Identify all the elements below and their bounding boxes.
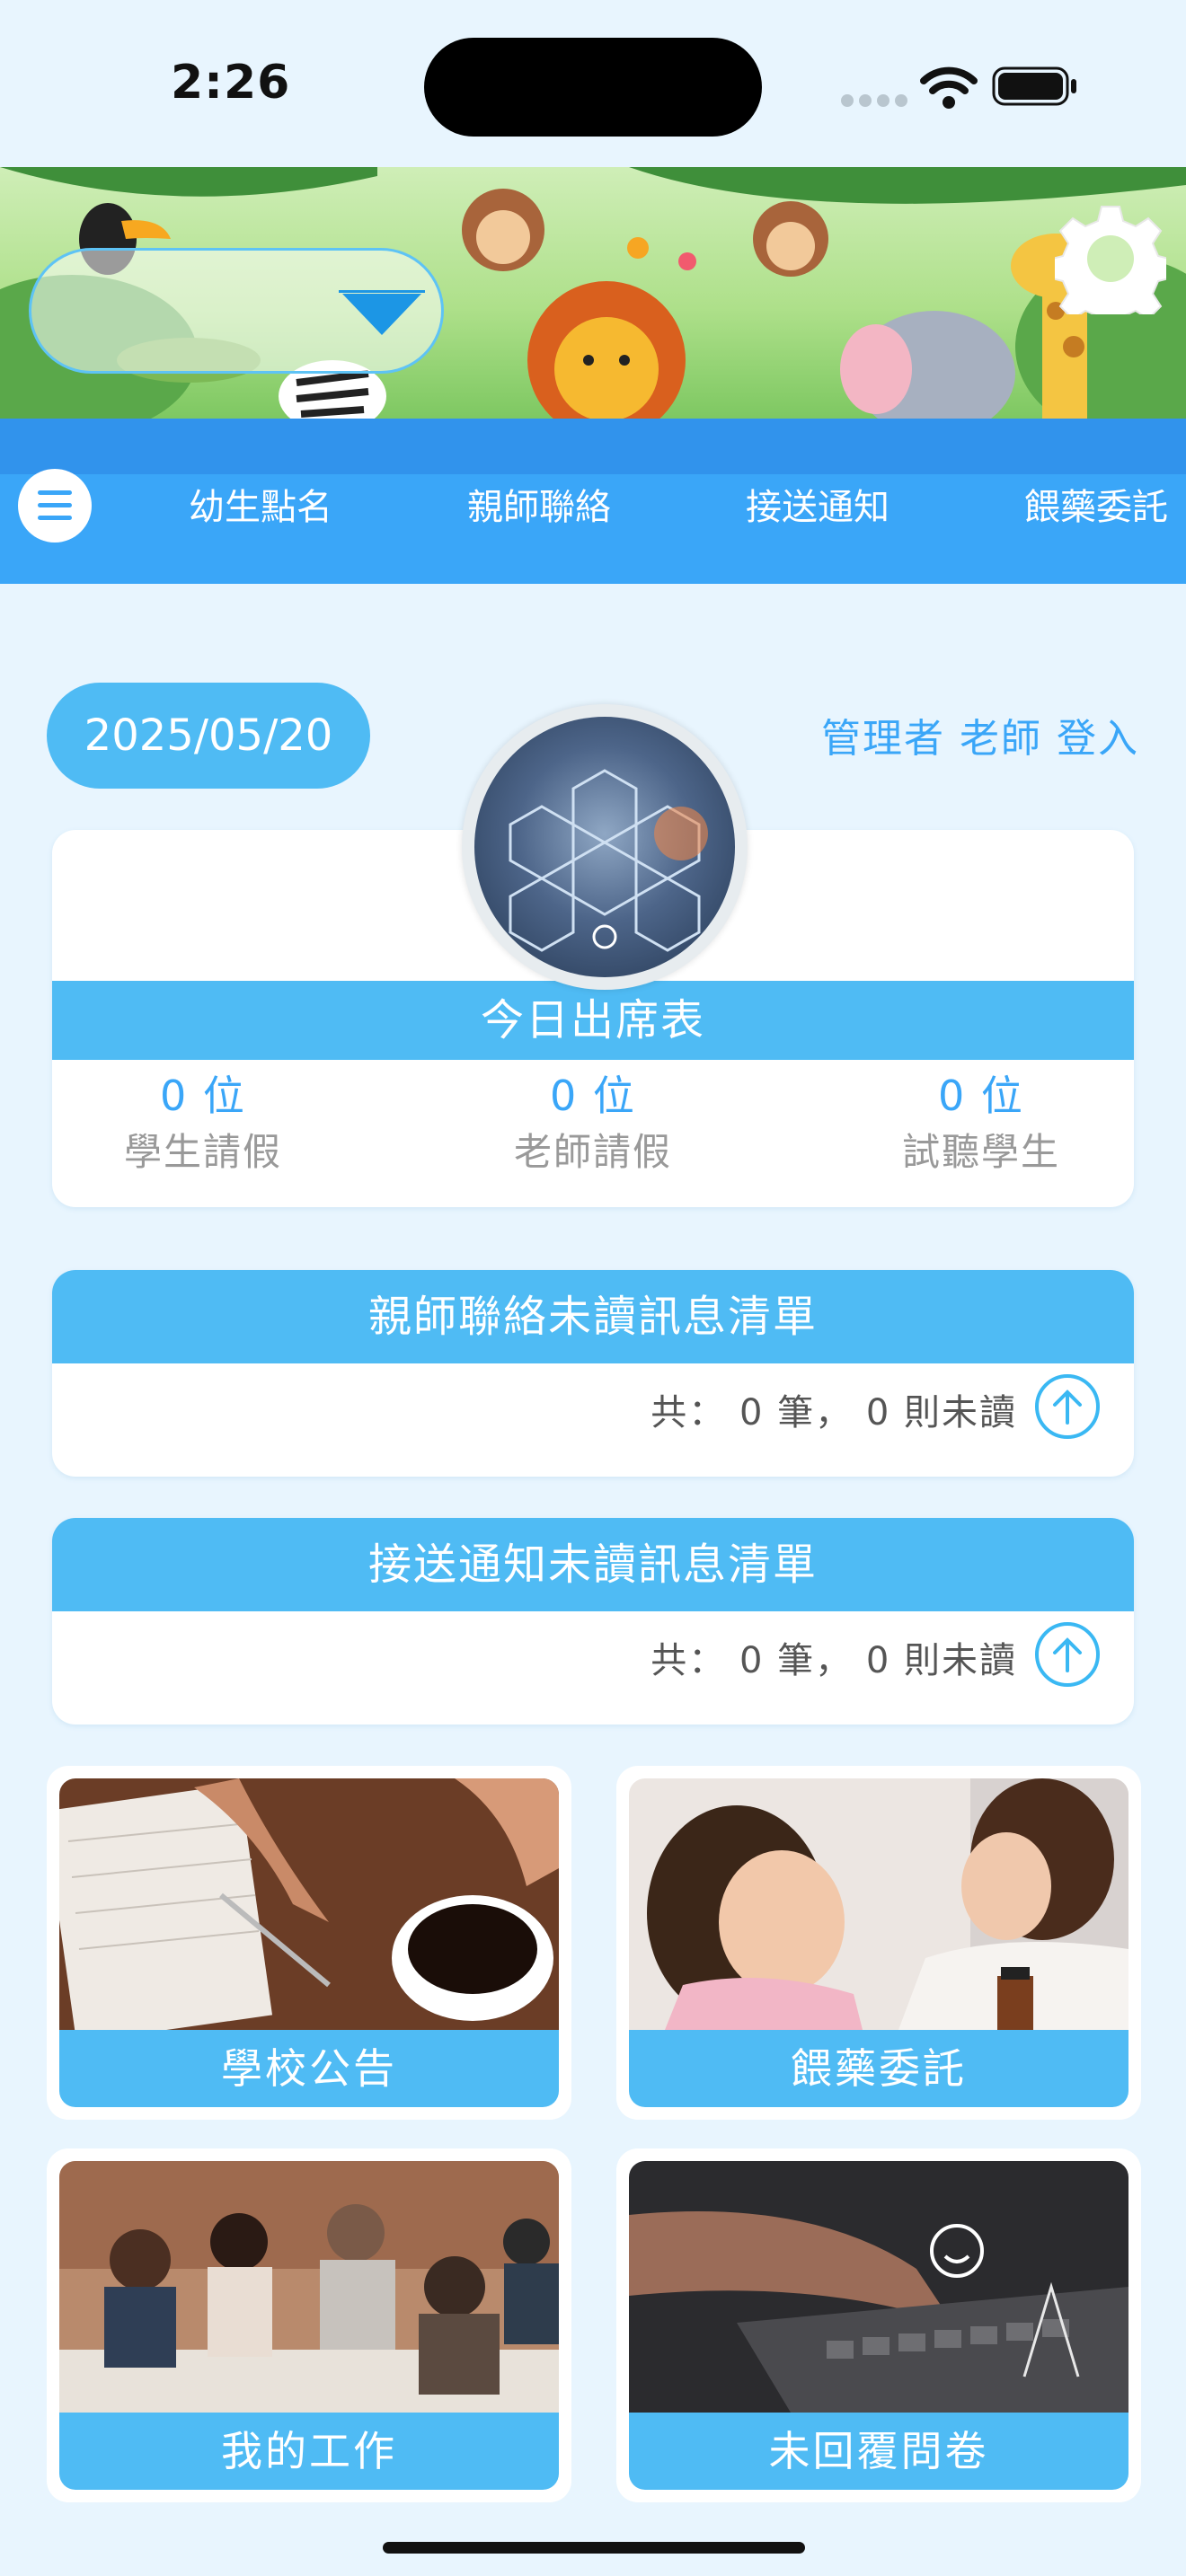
cellular-signal-icon — [841, 93, 913, 110]
tile-my-work[interactable]: 我的工作 — [47, 2148, 571, 2502]
class-selector-dropdown[interactable] — [29, 248, 444, 374]
nav-band — [0, 419, 1186, 474]
battery-icon — [992, 66, 1076, 106]
nav-item-attendance[interactable]: 幼生點名 — [189, 478, 332, 530]
unread-summary: 共： 0 筆， 0 則未讀 — [651, 1640, 1017, 1681]
stat-value: 0 位 — [938, 1072, 1024, 1120]
keyboard-typing-photo — [629, 2161, 1128, 2413]
chevron-down-icon — [342, 294, 421, 335]
tile-label: 我的工作 — [59, 2413, 559, 2490]
wifi-icon — [920, 66, 978, 109]
tile-pending-surveys[interactable]: 未回覆問卷 — [616, 2148, 1141, 2502]
tile-label: 餵藥委託 — [629, 2030, 1128, 2107]
login-status: 管理者 老師 登入 — [821, 716, 1139, 762]
tile-label: 學校公告 — [59, 2030, 559, 2107]
settings-gear-icon[interactable] — [1055, 203, 1166, 314]
status-time: 2:26 — [171, 56, 291, 110]
unread-summary: 共： 0 筆， 0 則未讀 — [651, 1392, 1017, 1434]
stat-label: 試聽學生 — [901, 1130, 1060, 1174]
stat-teacher-leave[interactable]: 0 位 老師請假 — [458, 1067, 728, 1180]
card-title: 親師聯絡未讀訊息清單 — [52, 1270, 1134, 1363]
stat-trial-students[interactable]: 0 位 試聽學生 — [846, 1067, 1116, 1180]
dynamic-island — [424, 38, 762, 137]
stat-label: 老師請假 — [513, 1130, 672, 1174]
dropdown-line — [339, 290, 425, 293]
date-pill[interactable]: 2025/05/20 — [47, 683, 370, 789]
nav-item-parent-teacher[interactable]: 親師聯絡 — [467, 478, 611, 530]
card-title: 接送通知未讀訊息清單 — [52, 1518, 1134, 1611]
tile-school-announcements[interactable]: 學校公告 — [47, 1766, 571, 2120]
avatar[interactable] — [462, 704, 748, 990]
team-meeting-photo — [59, 2161, 559, 2413]
hamburger-menu-icon[interactable] — [18, 469, 92, 543]
arrow-up-circle-icon[interactable] — [1035, 1622, 1100, 1687]
home-indicator[interactable] — [383, 2542, 805, 2554]
nav-item-pickup[interactable]: 接送通知 — [746, 478, 890, 530]
stat-label: 學生請假 — [123, 1130, 282, 1174]
nav-item-medication[interactable]: 餵藥委託 — [1024, 478, 1168, 530]
stat-student-leave[interactable]: 0 位 學生請假 — [68, 1067, 338, 1180]
tile-medication[interactable]: 餵藥委託 — [616, 1766, 1141, 2120]
notebook-coffee-photo — [59, 1778, 559, 2030]
stat-value: 0 位 — [160, 1072, 246, 1120]
child-medicine-photo — [629, 1778, 1128, 2030]
attendance-title: 今日出席表 — [52, 981, 1134, 1060]
arrow-up-circle-icon[interactable] — [1035, 1374, 1100, 1439]
stat-value: 0 位 — [550, 1072, 636, 1120]
parent-teacher-unread-card[interactable]: 親師聯絡未讀訊息清單 共： 0 筆， 0 則未讀 — [52, 1270, 1134, 1477]
pickup-unread-card[interactable]: 接送通知未讀訊息清單 共： 0 筆， 0 則未讀 — [52, 1518, 1134, 1725]
tile-label: 未回覆問卷 — [629, 2413, 1128, 2490]
